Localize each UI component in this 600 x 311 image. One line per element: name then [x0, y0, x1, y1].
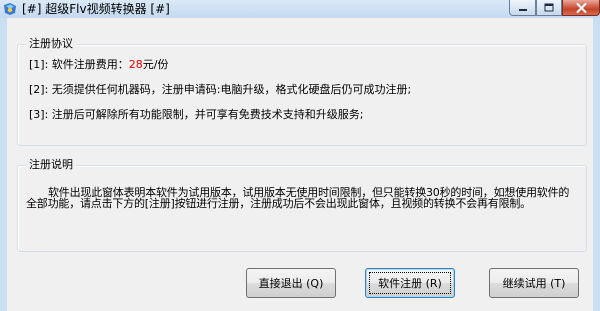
register-dialog-window: [#] 超级Flv视频转换器 [#] 注册协议 [1]: 软件注册费用：28元/…: [0, 0, 600, 311]
notice-group: 注册说明 软件出现此窗体表明本软件为试用版本，试用版本无使用时间限制，但只能转换…: [17, 158, 587, 252]
close-button[interactable]: [562, 0, 600, 16]
continue-trial-button[interactable]: 继续试用 (T): [489, 268, 579, 298]
price-suffix: 元/份: [142, 58, 169, 71]
agreement-item-2: [2]: 无须提供任何机器码，注册申请码:电脑升级，格式化硬盘后仍可成功注册;: [29, 83, 411, 97]
notice-description: 软件出现此窗体表明本软件为试用版本，试用版本无使用时间限制，但只能转换30秒的时…: [26, 186, 570, 210]
register-button[interactable]: 软件注册 (R): [365, 268, 455, 298]
exit-button[interactable]: 直接退出 (Q): [246, 268, 336, 298]
maximize-button[interactable]: [536, 0, 562, 16]
item-text: 软件注册费用：: [51, 58, 129, 71]
item-prefix: [2]:: [29, 83, 49, 96]
item-text: 注册后可解除所有功能限制，并可享有免费技术支持和升级服务;: [51, 108, 364, 121]
window-title: [#] 超级Flv视频转换器 [#]: [22, 2, 170, 16]
dialog-client-area: 注册协议 [1]: 软件注册费用：28元/份 [2]: 无须提供任何机器码，注册…: [7, 18, 593, 311]
price-value: 28: [128, 58, 143, 71]
item-prefix: [1]:: [29, 58, 49, 71]
notice-legend: 注册说明: [26, 158, 76, 172]
item-text: 无须提供任何机器码，注册申请码:电脑升级，格式化硬盘后仍可成功注册;: [51, 83, 412, 96]
agreement-legend: 注册协议: [26, 37, 76, 51]
agreement-item-3: [3]: 注册后可解除所有功能限制，并可享有免费技术支持和升级服务;: [29, 108, 364, 122]
agreement-item-1: [1]: 软件注册费用：28元/份: [29, 58, 169, 72]
minimize-button[interactable]: [509, 0, 536, 16]
item-prefix: [3]:: [29, 108, 49, 121]
title-bar[interactable]: [#] 超级Flv视频转换器 [#]: [0, 0, 600, 18]
minimize-icon: [518, 8, 527, 11]
app-logo-icon: [4, 3, 16, 15]
close-icon: [576, 2, 586, 13]
maximize-icon: [544, 3, 554, 12]
agreement-group: 注册协议 [1]: 软件注册费用：28元/份 [2]: 无须提供任何机器码，注册…: [17, 37, 587, 146]
